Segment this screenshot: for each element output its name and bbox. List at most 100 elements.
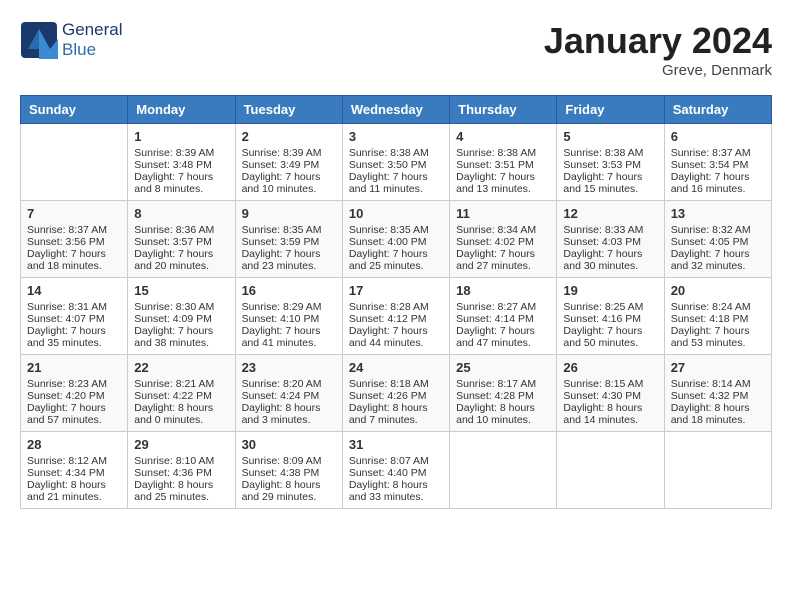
logo-text: General Blue [62,20,122,60]
sunset-text: Sunset: 3:56 PM [27,236,121,248]
daylight-text: Daylight: 8 hours and 7 minutes. [349,402,443,426]
day-number: 18 [456,283,550,298]
day-number: 10 [349,206,443,221]
title-area: January 2024 Greve, Denmark [544,20,772,79]
sunset-text: Sunset: 4:20 PM [27,390,121,402]
weekday-header: Friday [557,96,664,124]
calendar-cell: 25Sunrise: 8:17 AMSunset: 4:28 PMDayligh… [450,355,557,432]
sunset-text: Sunset: 3:57 PM [134,236,228,248]
daylight-text: Daylight: 7 hours and 38 minutes. [134,325,228,349]
sunset-text: Sunset: 3:50 PM [349,159,443,171]
sunrise-text: Sunrise: 8:14 AM [671,378,765,390]
day-number: 4 [456,129,550,144]
sunrise-text: Sunrise: 8:28 AM [349,301,443,313]
sunset-text: Sunset: 4:02 PM [456,236,550,248]
logo-blue-text: Blue [62,40,122,60]
day-number: 7 [27,206,121,221]
daylight-text: Daylight: 8 hours and 29 minutes. [242,479,336,503]
calendar-cell: 16Sunrise: 8:29 AMSunset: 4:10 PMDayligh… [235,278,342,355]
daylight-text: Daylight: 7 hours and 16 minutes. [671,171,765,195]
calendar-cell: 13Sunrise: 8:32 AMSunset: 4:05 PMDayligh… [664,201,771,278]
day-number: 1 [134,129,228,144]
sunrise-text: Sunrise: 8:15 AM [563,378,657,390]
sunrise-text: Sunrise: 8:37 AM [27,224,121,236]
sunset-text: Sunset: 4:18 PM [671,313,765,325]
sunrise-text: Sunrise: 8:34 AM [456,224,550,236]
sunset-text: Sunset: 3:53 PM [563,159,657,171]
sunset-text: Sunset: 4:12 PM [349,313,443,325]
daylight-text: Daylight: 7 hours and 30 minutes. [563,248,657,272]
sunset-text: Sunset: 4:10 PM [242,313,336,325]
daylight-text: Daylight: 7 hours and 50 minutes. [563,325,657,349]
sunset-text: Sunset: 4:36 PM [134,467,228,479]
daylight-text: Daylight: 7 hours and 20 minutes. [134,248,228,272]
day-number: 27 [671,360,765,375]
calendar-cell [664,432,771,509]
day-number: 8 [134,206,228,221]
sunset-text: Sunset: 4:40 PM [349,467,443,479]
calendar-header-row: SundayMondayTuesdayWednesdayThursdayFrid… [21,96,772,124]
daylight-text: Daylight: 7 hours and 47 minutes. [456,325,550,349]
weekday-header: Wednesday [342,96,449,124]
calendar-cell: 18Sunrise: 8:27 AMSunset: 4:14 PMDayligh… [450,278,557,355]
daylight-text: Daylight: 7 hours and 32 minutes. [671,248,765,272]
calendar-cell: 9Sunrise: 8:35 AMSunset: 3:59 PMDaylight… [235,201,342,278]
weekday-header: Tuesday [235,96,342,124]
sunset-text: Sunset: 4:28 PM [456,390,550,402]
day-number: 12 [563,206,657,221]
day-number: 19 [563,283,657,298]
calendar-cell: 11Sunrise: 8:34 AMSunset: 4:02 PMDayligh… [450,201,557,278]
day-number: 25 [456,360,550,375]
calendar-cell: 7Sunrise: 8:37 AMSunset: 3:56 PMDaylight… [21,201,128,278]
day-number: 3 [349,129,443,144]
calendar-cell: 21Sunrise: 8:23 AMSunset: 4:20 PMDayligh… [21,355,128,432]
daylight-text: Daylight: 7 hours and 27 minutes. [456,248,550,272]
sunset-text: Sunset: 3:48 PM [134,159,228,171]
day-number: 6 [671,129,765,144]
sunrise-text: Sunrise: 8:24 AM [671,301,765,313]
sunset-text: Sunset: 4:38 PM [242,467,336,479]
calendar-week-row: 21Sunrise: 8:23 AMSunset: 4:20 PMDayligh… [21,355,772,432]
sunrise-text: Sunrise: 8:30 AM [134,301,228,313]
calendar-cell: 27Sunrise: 8:14 AMSunset: 4:32 PMDayligh… [664,355,771,432]
daylight-text: Daylight: 7 hours and 57 minutes. [27,402,121,426]
daylight-text: Daylight: 7 hours and 44 minutes. [349,325,443,349]
sunrise-text: Sunrise: 8:39 AM [242,147,336,159]
sunset-text: Sunset: 3:59 PM [242,236,336,248]
day-number: 2 [242,129,336,144]
sunset-text: Sunset: 3:54 PM [671,159,765,171]
calendar-cell: 28Sunrise: 8:12 AMSunset: 4:34 PMDayligh… [21,432,128,509]
day-number: 17 [349,283,443,298]
calendar-cell: 23Sunrise: 8:20 AMSunset: 4:24 PMDayligh… [235,355,342,432]
sunrise-text: Sunrise: 8:17 AM [456,378,550,390]
day-number: 28 [27,437,121,452]
sunrise-text: Sunrise: 8:38 AM [456,147,550,159]
day-number: 24 [349,360,443,375]
calendar-cell [557,432,664,509]
calendar-cell: 14Sunrise: 8:31 AMSunset: 4:07 PMDayligh… [21,278,128,355]
weekday-header: Saturday [664,96,771,124]
sunset-text: Sunset: 4:24 PM [242,390,336,402]
calendar-cell: 5Sunrise: 8:38 AMSunset: 3:53 PMDaylight… [557,124,664,201]
sunset-text: Sunset: 4:14 PM [456,313,550,325]
calendar-table: SundayMondayTuesdayWednesdayThursdayFrid… [20,95,772,509]
calendar-cell: 2 Sunrise: 8:39 AMSunset: 3:49 PMDaylight… [235,124,342,201]
day-number: 13 [671,206,765,221]
day-number: 15 [134,283,228,298]
daylight-text: Daylight: 7 hours and 10 minutes. [242,171,336,195]
sunset-text: Sunset: 3:49 PM [242,159,336,171]
sunset-text: Sunset: 4:00 PM [349,236,443,248]
sunrise-text: Sunrise: 8:33 AM [563,224,657,236]
calendar-week-row: 1 Sunrise: 8:39 AM Sunset: 3:48 PM Daylight… [21,124,772,201]
month-title: January 2024 [544,20,772,62]
daylight-text: Daylight: 8 hours and 3 minutes. [242,402,336,426]
day-number: 23 [242,360,336,375]
calendar-cell [21,124,128,201]
daylight-text: Daylight: 7 hours and 11 minutes. [349,171,443,195]
calendar-cell: 15Sunrise: 8:30 AMSunset: 4:09 PMDayligh… [128,278,235,355]
logo-general-text: General [62,20,122,40]
calendar-cell: 6Sunrise: 8:37 AMSunset: 3:54 PMDaylight… [664,124,771,201]
sunrise-text: Sunrise: 8:18 AM [349,378,443,390]
daylight-text: Daylight: 7 hours and 13 minutes. [456,171,550,195]
sunrise-text: Sunrise: 8:29 AM [242,301,336,313]
